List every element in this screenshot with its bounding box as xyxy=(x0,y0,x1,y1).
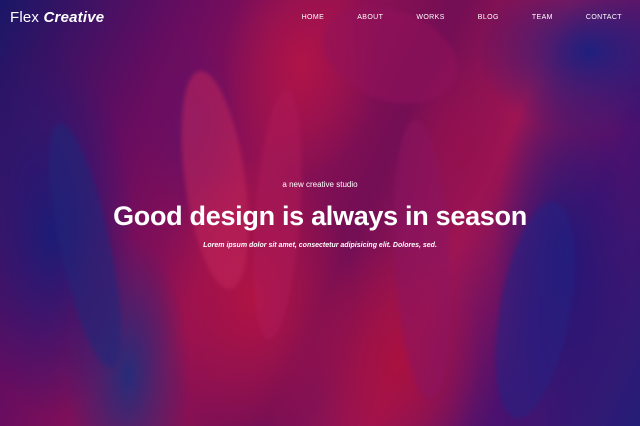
main-nav: HOME ABOUT WORKS BLOG TEAM CONTACT xyxy=(302,14,622,21)
hero-headline: Good design is always in season xyxy=(113,201,527,231)
nav-item-contact[interactable]: CONTACT xyxy=(586,14,622,21)
navbar: Flex Creative HOME ABOUT WORKS BLOG TEAM… xyxy=(0,0,640,34)
nav-item-about[interactable]: ABOUT xyxy=(357,14,383,21)
hero-subtitle: Lorem ipsum dolor sit amet, consectetur … xyxy=(203,242,437,249)
brand-name-light: Flex xyxy=(10,8,40,26)
hero-eyebrow: a new creative studio xyxy=(282,180,358,189)
hero-section: Flex Creative HOME ABOUT WORKS BLOG TEAM… xyxy=(0,0,640,426)
nav-item-team[interactable]: TEAM xyxy=(532,14,553,21)
nav-item-works[interactable]: WORKS xyxy=(416,14,444,21)
hero-content: a new creative studio Good design is alw… xyxy=(0,180,640,249)
brand-name-bold: Creative xyxy=(43,8,105,26)
nav-item-home[interactable]: HOME xyxy=(302,14,325,21)
nav-item-blog[interactable]: BLOG xyxy=(478,14,499,21)
brand-logo[interactable]: Flex Creative xyxy=(10,9,104,26)
